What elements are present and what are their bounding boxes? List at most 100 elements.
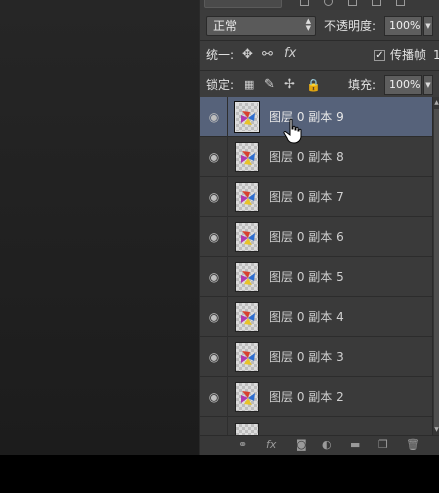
new-layer-icon[interactable]: ❐ (378, 438, 388, 452)
layer-thumbnail (235, 342, 259, 372)
layer-name: 图层 0 副本 3 (269, 350, 344, 364)
layer-row[interactable]: ◉ 图层 0 副本 4 (200, 297, 432, 337)
layer-thumbnail (235, 382, 259, 412)
type-filter-icon[interactable] (348, 0, 357, 6)
layer-row-partial[interactable] (200, 417, 432, 435)
eye-icon[interactable]: ◉ (208, 191, 220, 203)
layer-name: 图层 0 副本 9 (269, 110, 344, 124)
layer-thumbnail (235, 222, 259, 252)
layer-thumbnail (235, 262, 259, 292)
layer-name: 图层 0 副本 2 (269, 390, 344, 404)
add-mask-icon[interactable]: ◙ (296, 438, 307, 452)
layers-scrollbar[interactable]: ▲ ▼ (432, 97, 439, 435)
unify-visibility-icon[interactable]: ⚯ (262, 45, 273, 65)
layer-name: 图层 0 副本 6 (269, 230, 344, 244)
lock-row: 锁定: ▦ ✎ ✢ 🔒 填充: 100% ▼ (200, 73, 439, 97)
layer-row[interactable]: ◉ 图层 0 副本 3 (200, 337, 432, 377)
layer-row[interactable]: ◉ 图层 0 副本 5 (200, 257, 432, 297)
layer-thumbnail (235, 423, 259, 435)
blend-mode-select[interactable]: 正常 ▲ ▼ (206, 16, 316, 36)
trash-icon[interactable]: 🗑 (406, 438, 420, 452)
layer-name: 图层 0 副本 7 (269, 190, 344, 204)
eye-icon[interactable]: ◉ (208, 271, 220, 283)
layer-row[interactable]: ◉ 图层 0 副本 9 (200, 97, 432, 137)
layer-style-icon[interactable]: fx (266, 438, 276, 452)
divider (227, 377, 228, 417)
shape-filter-icon[interactable] (372, 0, 381, 6)
fill-input[interactable]: 100% (384, 75, 422, 95)
layer-thumbnail (235, 182, 259, 212)
layers-panel: 正常 ▲ ▼ 不透明度: 100% ▼ 统一: ✥ ⚯ fx ✓ 传播帧 1 锁定… (199, 0, 439, 455)
divider (227, 257, 228, 297)
canvas-area (0, 0, 199, 455)
pixel-filter-icon[interactable] (300, 0, 309, 6)
adjustment-layer-icon[interactable]: ◐ (322, 438, 332, 452)
select-arrows-icon: ▲ ▼ (305, 17, 311, 32)
eye-icon[interactable]: ◉ (208, 231, 220, 243)
pinwheel-icon (241, 111, 255, 125)
layer-row[interactable]: ◉ 图层 0 副本 6 (200, 217, 432, 257)
scroll-down-icon[interactable]: ▼ (433, 426, 439, 433)
fill-dropdown-arrow-icon[interactable]: ▼ (423, 75, 433, 95)
layer-list: ◉ 图层 0 副本 9 ◉ 图层 0 副本 8 ◉ 图层 0 副本 7 ◉ 图层… (200, 97, 432, 435)
eye-icon[interactable]: ◉ (208, 351, 220, 363)
blend-row: 正常 ▲ ▼ 不透明度: 100% ▼ (200, 14, 439, 38)
opacity-value: 100% (389, 19, 421, 32)
divider (200, 40, 439, 41)
divider (227, 417, 228, 435)
layer-name: 图层 0 副本 8 (269, 150, 344, 164)
lock-transparent-pixels-icon[interactable]: ▦ (244, 75, 254, 95)
layer-row[interactable]: ◉ 图层 0 副本 7 (200, 177, 432, 217)
scroll-thumb[interactable] (434, 109, 439, 427)
eye-icon[interactable]: ◉ (208, 111, 220, 123)
lock-all-icon[interactable]: 🔒 (306, 75, 321, 95)
pinwheel-icon (241, 311, 255, 325)
pinwheel-icon (241, 151, 255, 165)
divider (227, 217, 228, 257)
layer-thumbnail (235, 302, 259, 332)
panel-top-strip (200, 0, 439, 10)
blend-mode-value: 正常 (213, 19, 238, 33)
unify-style-icon[interactable]: fx (284, 44, 296, 64)
layer-name: 图层 0 副本 4 (269, 310, 344, 324)
layer-thumbnail (234, 101, 260, 133)
link-layers-icon[interactable]: ⚭ (238, 438, 247, 452)
unify-row: 统一: ✥ ⚯ fx ✓ 传播帧 1 (200, 43, 439, 67)
eye-icon[interactable]: ◉ (208, 311, 220, 323)
opacity-dropdown-arrow-icon[interactable]: ▼ (423, 16, 433, 36)
opacity-label: 不透明度: (324, 19, 377, 33)
lock-label: 锁定: (206, 78, 235, 92)
lock-image-pixels-icon[interactable]: ✎ (264, 75, 275, 95)
fill-value: 100% (389, 78, 421, 91)
layer-row[interactable]: ◉ 图层 0 副本 8 (200, 137, 432, 177)
divider (227, 137, 228, 177)
smart-object-filter-icon[interactable] (396, 0, 405, 6)
bottom-black-strip (0, 455, 439, 493)
adjustment-filter-icon[interactable] (324, 0, 333, 6)
new-group-icon[interactable]: ▬ (350, 438, 360, 452)
scroll-up-icon[interactable]: ▲ (433, 99, 439, 106)
layer-name: 图层 0 副本 5 (269, 270, 344, 284)
unify-position-icon[interactable]: ✥ (242, 45, 253, 65)
toolbar-fx-label: fx (266, 438, 277, 451)
propagate-frame-label: 传播帧 (390, 48, 427, 62)
divider (200, 70, 439, 71)
unify-fx-label: fx (284, 46, 297, 61)
layer-row[interactable]: ◉ 图层 0 副本 2 (200, 377, 432, 417)
pinwheel-icon (241, 351, 255, 365)
propagate-frame-checkbox[interactable]: ✓ (374, 50, 385, 61)
filter-kind-select[interactable] (204, 0, 282, 8)
eye-icon[interactable]: ◉ (208, 391, 220, 403)
eye-icon[interactable]: ◉ (208, 151, 220, 163)
divider (227, 297, 228, 337)
pinwheel-icon (241, 191, 255, 205)
divider (227, 97, 228, 137)
pinwheel-icon (241, 231, 255, 245)
layers-toolbar: ⚭ fx ◙ ◐ ▬ ❐ 🗑 (200, 435, 439, 455)
opacity-input[interactable]: 100% (384, 16, 422, 36)
fill-label: 填充: (348, 78, 377, 92)
divider (227, 177, 228, 217)
pinwheel-icon (241, 271, 255, 285)
pinwheel-icon (241, 391, 255, 405)
lock-position-icon[interactable]: ✢ (284, 75, 295, 95)
